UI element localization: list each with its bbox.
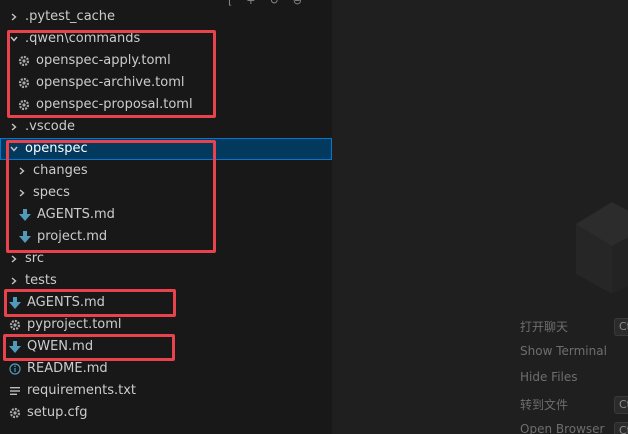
- lines-icon: [8, 380, 22, 402]
- tree-item-label: changes: [33, 163, 88, 178]
- tree-item-label: src: [25, 251, 44, 266]
- tree-item-label: openspec-apply.toml: [36, 53, 171, 68]
- tree-folder-row[interactable]: tests: [0, 270, 332, 292]
- gear-icon: [8, 314, 22, 336]
- markdown-arrow-icon: [8, 336, 22, 358]
- tree-item-label: AGENTS.md: [27, 295, 105, 310]
- tree-folder-row[interactable]: src: [0, 248, 332, 270]
- tree-item-label: README.md: [27, 361, 108, 376]
- chevron-down-icon[interactable]: [8, 138, 20, 160]
- tree-item-label: pyproject.toml: [27, 317, 122, 332]
- gear-icon: [17, 72, 31, 94]
- tree-file-row[interactable]: QWEN.md: [0, 336, 332, 358]
- tree-item-label: setup.cfg: [27, 405, 88, 420]
- tree-file-row[interactable]: openspec-proposal.toml: [0, 94, 332, 116]
- shortcut-keybinding: Ctrl: [614, 396, 628, 414]
- tree-item-label: AGENTS.md: [37, 207, 115, 222]
- tree-file-row[interactable]: AGENTS.md: [0, 204, 332, 226]
- tree-item-label: .pytest_cache: [25, 9, 116, 24]
- chevron-right-icon[interactable]: [16, 160, 28, 182]
- shortcut-hint-label[interactable]: Hide Files: [520, 370, 578, 388]
- tree-file-row[interactable]: openspec-archive.toml: [0, 72, 332, 94]
- tree-file-row[interactable]: openspec-apply.toml: [0, 50, 332, 72]
- chevron-down-icon[interactable]: [8, 28, 20, 50]
- vscode-window: [ + ↻ ⊖ .pytest_cache .qwen\commands opens…: [0, 0, 628, 434]
- shortcut-keybinding: Ctrl: [614, 318, 628, 336]
- tree-file-row[interactable]: setup.cfg: [0, 402, 332, 424]
- tree-item-label: requirements.txt: [27, 383, 137, 398]
- tree-item-label: openspec: [25, 141, 88, 156]
- gear-icon: [17, 94, 31, 116]
- tree-item-label: .vscode: [25, 119, 75, 134]
- tree-folder-row[interactable]: changes: [0, 160, 332, 182]
- chevron-right-icon[interactable]: [16, 182, 28, 204]
- tree-file-row[interactable]: README.md: [0, 358, 332, 380]
- tree-folder-row[interactable]: specs: [0, 182, 332, 204]
- vscode-logo-watermark-icon: [576, 202, 628, 294]
- tree-item-label: specs: [33, 185, 70, 200]
- tree-file-row[interactable]: AGENTS.md: [0, 292, 332, 314]
- chevron-right-icon[interactable]: [8, 6, 20, 28]
- tree-item-label: openspec-proposal.toml: [36, 97, 193, 112]
- info-icon: [8, 358, 22, 380]
- tree-item-label: openspec-archive.toml: [36, 75, 185, 90]
- tree-file-row[interactable]: pyproject.toml: [0, 314, 332, 336]
- shortcut-hint-label[interactable]: Open Browser: [520, 422, 605, 434]
- tree-file-row[interactable]: requirements.txt: [0, 380, 332, 402]
- tree-folder-row[interactable]: openspec: [0, 138, 332, 160]
- markdown-arrow-icon: [18, 204, 32, 226]
- markdown-arrow-icon: [18, 226, 32, 248]
- shortcut-hint-label[interactable]: 转到文件: [520, 396, 568, 414]
- tree-item-label: tests: [25, 273, 57, 288]
- editor-empty-area: 打开聊天 Ctrl Show Terminal Hide Files 转到文件 Ctrl O…: [332, 0, 628, 434]
- explorer-panel: [ + ↻ ⊖ .pytest_cache .qwen\commands opens…: [0, 0, 332, 434]
- tree-item-label: QWEN.md: [27, 339, 94, 354]
- shortcut-keybinding: Ctrl: [614, 422, 628, 434]
- tree-folder-row[interactable]: .vscode: [0, 116, 332, 138]
- chevron-right-icon[interactable]: [8, 248, 20, 270]
- tree-file-row[interactable]: project.md: [0, 226, 332, 248]
- tree-folder-row[interactable]: .qwen\commands: [0, 28, 332, 50]
- tree-item-label: project.md: [37, 229, 108, 244]
- markdown-arrow-icon: [8, 292, 22, 314]
- gear-icon: [17, 50, 31, 72]
- tree-item-label: .qwen\commands: [25, 31, 141, 46]
- chevron-right-icon[interactable]: [8, 270, 20, 292]
- chevron-right-icon[interactable]: [8, 116, 20, 138]
- shortcut-hint-label[interactable]: 打开聊天: [520, 318, 568, 336]
- shortcut-hint-label[interactable]: Show Terminal: [520, 344, 607, 362]
- tree-folder-row[interactable]: .pytest_cache: [0, 6, 332, 28]
- gear-icon: [8, 402, 22, 424]
